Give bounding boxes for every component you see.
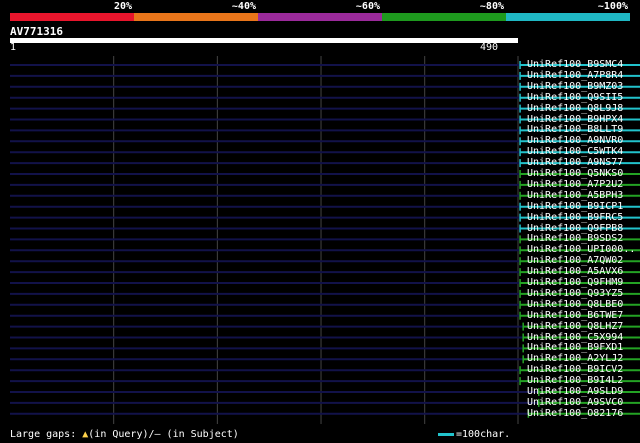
gaps-legend: Large gaps: ▲(in Query)/– (in Subject) — [10, 429, 239, 440]
hit-label[interactable]: UniRef100_Q8LHZ7 — [527, 321, 623, 332]
gaps-prefix: Large gaps: — [10, 429, 83, 440]
hit-label[interactable]: UniRef100_B9FRC5 — [527, 212, 623, 223]
hit-label[interactable]: UniRef100_B9I4L2 — [527, 375, 623, 386]
scale-bar-icon — [438, 432, 454, 436]
scale-text: =100char. — [456, 429, 511, 440]
hit-label[interactable]: UniRef100_C5WTK4 — [527, 146, 623, 157]
hit-label[interactable]: UniRef100_O82176 — [527, 408, 623, 419]
hit-label[interactable]: UniRef100_A9NS77 — [527, 157, 623, 168]
hit-label[interactable]: UniRef100_B9HPX4 — [527, 114, 623, 125]
hit-label[interactable]: UniRef100_Q8LBE0 — [527, 299, 623, 310]
hit-label[interactable]: UniRef100_B9ICP1 — [527, 201, 623, 212]
hit-label[interactable]: UniRef100_B9MZ03 — [527, 81, 623, 92]
hit-label[interactable]: UniRef100_A5BPH3 — [527, 190, 623, 201]
hit-label[interactable]: UniRef100_A7P2U2 — [527, 179, 623, 190]
length-scale-legend: =100char. — [438, 429, 510, 440]
hit-label[interactable]: UniRef100_B6TWE7 — [527, 310, 623, 321]
hit-label[interactable]: UniRef100_Q93YZ5 — [527, 288, 623, 299]
hit-label[interactable]: UniRef100_C5X994 — [527, 332, 623, 343]
hit-label[interactable]: UniRef100_Q9FHM9 — [527, 277, 623, 288]
hit-label[interactable]: UniRef100_B8LLT9 — [527, 124, 623, 135]
hit-label[interactable]: UniRef100_A9SLD9 — [527, 386, 623, 397]
hit-label[interactable]: UniRef100_UPI000.. — [527, 244, 635, 255]
hit-label[interactable]: UniRef100_A5AVX6 — [527, 266, 623, 277]
hit-label[interactable]: UniRef100_A9SVC0 — [527, 397, 623, 408]
hit-label[interactable]: UniRef100_Q9SII5 — [527, 92, 623, 103]
hit-label[interactable]: UniRef100_B9SMC4 — [527, 59, 623, 70]
hit-label[interactable]: UniRef100_Q5NKS0 — [527, 168, 623, 179]
hit-label[interactable]: UniRef100_B9FXD1 — [527, 342, 623, 353]
hit-label[interactable]: UniRef100_A7QW02 — [527, 255, 623, 266]
hit-label[interactable]: UniRef100_A2YLJ2 — [527, 353, 623, 364]
hit-label[interactable]: UniRef100_B9SDS2 — [527, 233, 623, 244]
hit-label[interactable]: UniRef100_A7P8R4 — [527, 70, 623, 81]
hit-label[interactable]: UniRef100_Q8L9J8 — [527, 103, 623, 114]
gaps-text: (in Query)/– (in Subject) — [88, 429, 239, 440]
hit-label[interactable]: UniRef100_B9ICV2 — [527, 364, 623, 375]
hit-label[interactable]: UniRef100_A9NVR0 — [527, 135, 623, 146]
hit-label[interactable]: UniRef100_Q9FPB8 — [527, 223, 623, 234]
